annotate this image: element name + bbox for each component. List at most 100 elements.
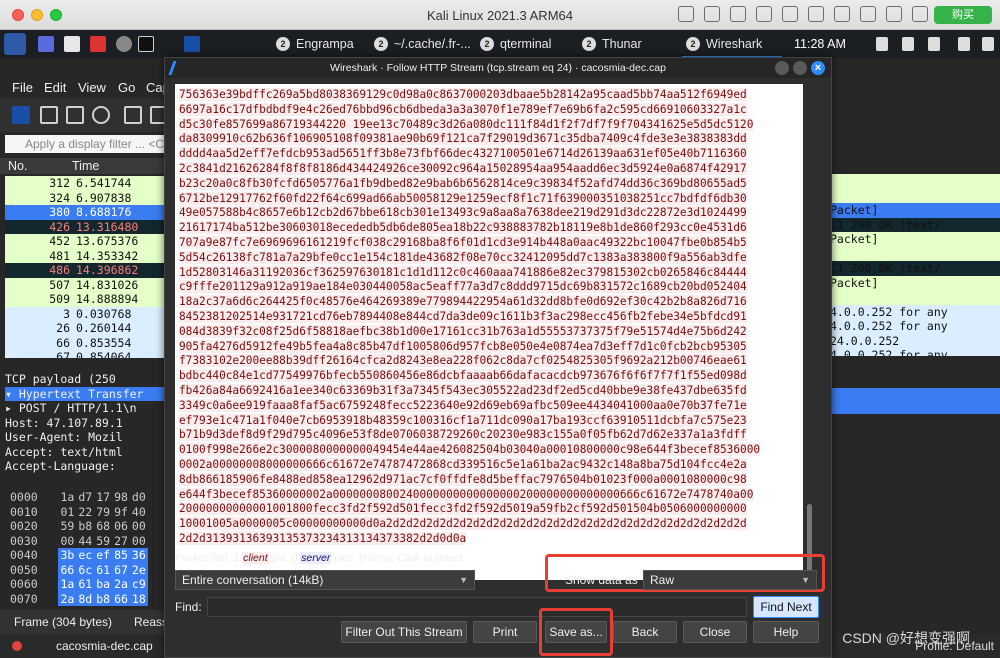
hex-row[interactable]: 0050 66 6c 61 67 2e [10,562,148,577]
lock-screen-icon[interactable] [958,37,970,51]
lock-icon[interactable] [704,6,720,22]
disk-icon[interactable] [756,6,772,22]
detail-row[interactable]: TCP payload (250 [5,372,170,387]
files-icon[interactable] [64,36,80,52]
printer-icon[interactable] [860,6,876,22]
menu-edit[interactable]: Edit [44,80,66,95]
menu-view[interactable]: View [78,80,106,95]
hex-row[interactable]: 0000 1a d7 17 98 d0 [10,490,148,505]
show-data-select[interactable]: Raw ▼ [643,570,817,590]
task-wireshark[interactable]: 2 Wireshark [682,30,782,58]
column-time[interactable]: Time [72,159,99,173]
microphone-icon[interactable] [808,6,824,22]
gear-icon[interactable] [912,6,928,22]
packet-row[interactable]: 452 13.675376 [5,234,165,249]
stream-content-view[interactable]: 756363e39bdffc269a5bd8038369129c0d98a0c8… [175,84,803,580]
hex-row[interactable]: 0070 2a 8d b8 66 18 [10,591,148,606]
task-thunar[interactable]: 2 Thunar [578,30,642,58]
dialog-minimize-button[interactable] [775,61,789,75]
hex-row[interactable]: 0010 01 22 79 9f 40 [10,505,148,520]
wireshark-launcher-icon[interactable] [184,36,200,52]
dialog-close-button[interactable]: × [811,61,825,75]
hex-row[interactable]: 0040 3b ec ef 85 36 [10,548,148,563]
volume-icon[interactable] [928,37,940,51]
menu-go[interactable]: Go [118,80,135,95]
camera-icon[interactable] [834,6,850,22]
kali-menu-icon[interactable] [4,33,26,55]
battery-icon[interactable] [876,37,888,51]
workspace-icon[interactable] [38,36,54,52]
tab-frame[interactable]: Frame (304 bytes) [14,615,112,629]
filter-out-stream-button[interactable]: Filter Out This Stream [341,621,467,643]
packet-summary[interactable]: Packet 380. 1 client pkt, 0 server pkts,… [175,552,595,566]
packet-row[interactable]: 67 0.854064 [5,350,165,358]
packet-row[interactable]: 324 6.907838 [5,190,165,205]
packet-row[interactable]: 66 0.853554 [5,335,165,350]
packet-row[interactable]: 3 0.030768 [5,306,165,321]
info-cell[interactable]: .1 200 OK (text/ [826,217,1000,232]
info-cell[interactable]: Packet] [826,203,1000,218]
server-tag: server [300,552,332,564]
notification-icon[interactable] [902,37,914,51]
info-cell[interactable]: 4.0.0.252 for any [826,304,1000,319]
conversation-select[interactable]: Entire conversation (14kB) ▼ [175,570,475,590]
save-as-button[interactable]: Save as... [545,621,607,643]
packet-row[interactable]: 481 14.353342 [5,248,165,263]
dialog-maximize-button[interactable] [793,61,807,75]
info-cell[interactable]: 4.0.0.252 for any [826,319,1000,334]
detail-row[interactable]: User-Agent: Mozil [5,430,170,445]
column-no[interactable]: No. [8,159,27,173]
detail-row-selected[interactable]: ▾ Hypertext Transfer [5,386,170,401]
find-input[interactable] [207,597,747,617]
start-capture-icon[interactable] [12,106,30,124]
sound-icon[interactable] [886,6,902,22]
usb-icon[interactable] [730,6,746,22]
task-engrampa[interactable]: 2 Engrampa [272,30,354,58]
info-cell[interactable]: 4.0.0.252 for any [826,348,1000,356]
client-stream-text: da8309910c62b636f106905108f09381ae90b69f… [179,132,747,146]
restart-capture-icon[interactable] [66,106,84,124]
detail-row[interactable]: ▸ POST / HTTP/1.1\n [5,401,170,416]
task-qterminal[interactable]: 2 qterminal [476,30,551,58]
task-cache-folder[interactable]: 2 ~/.cache/.fr-... [370,30,471,58]
hex-row[interactable]: 0030 00 44 59 27 00 [10,534,148,549]
packet-row-selected[interactable]: 380 8.688176 [5,205,165,220]
detail-row[interactable]: Accept: text/html [5,445,170,460]
power-icon[interactable] [982,37,994,51]
stream-scrollbar[interactable] [804,84,816,580]
packet-row[interactable]: 507 14.831026 [5,277,165,292]
capture-options-icon[interactable] [92,106,110,124]
browser-icon[interactable] [116,36,132,52]
editor-icon[interactable] [90,36,106,52]
detail-row[interactable]: Accept-Language: [5,459,170,474]
info-cell[interactable]: 24.0.0.252 [826,333,1000,348]
purchase-button[interactable]: 购买 [934,6,992,24]
close-button[interactable]: Close [683,621,747,643]
print-button[interactable]: Print [473,621,537,643]
packet-row[interactable]: 426 13.316480 [5,219,165,234]
info-cell[interactable]: .1 200 OK (text/ [826,261,1000,276]
find-next-button[interactable]: Find Next [753,596,819,618]
keyboard-icon[interactable] [678,6,694,22]
packet-row[interactable]: 26 0.260144 [5,321,165,336]
menu-file[interactable]: File [12,80,33,95]
help-button[interactable]: Help [753,621,819,643]
packet-row[interactable]: 509 14.888894 [5,292,165,307]
stream-line: dddd4aa5d2eff7efdcb953ad5651ff3b8e73fbf6… [179,147,799,162]
info-cell[interactable]: Packet] [826,275,1000,290]
folder-icon[interactable] [782,6,798,22]
detail-row[interactable]: Host: 47.107.89.1 [5,416,170,431]
terminal-icon[interactable] [138,36,154,52]
packet-row[interactable]: 312 6.541744 [5,176,165,191]
info-cell[interactable]: Packet] [826,232,1000,247]
packet-row[interactable]: 486 14.396862 [5,263,165,278]
display-filter-input[interactable]: Apply a display filter ... <C [5,135,165,153]
stop-capture-icon[interactable] [40,106,58,124]
open-file-icon[interactable] [124,106,142,124]
hex-row[interactable]: 0060 1a 61 ba 2a c9 [10,577,148,592]
tab-reassembled[interactable]: Reass [134,615,168,629]
back-button[interactable]: Back [613,621,677,643]
hex-row[interactable]: 0020 59 b8 68 06 00 [10,519,148,534]
expert-info-icon[interactable] [12,641,22,651]
stream-line: 6712be12917762f60fd22f64c699ad66ab500581… [179,191,799,207]
